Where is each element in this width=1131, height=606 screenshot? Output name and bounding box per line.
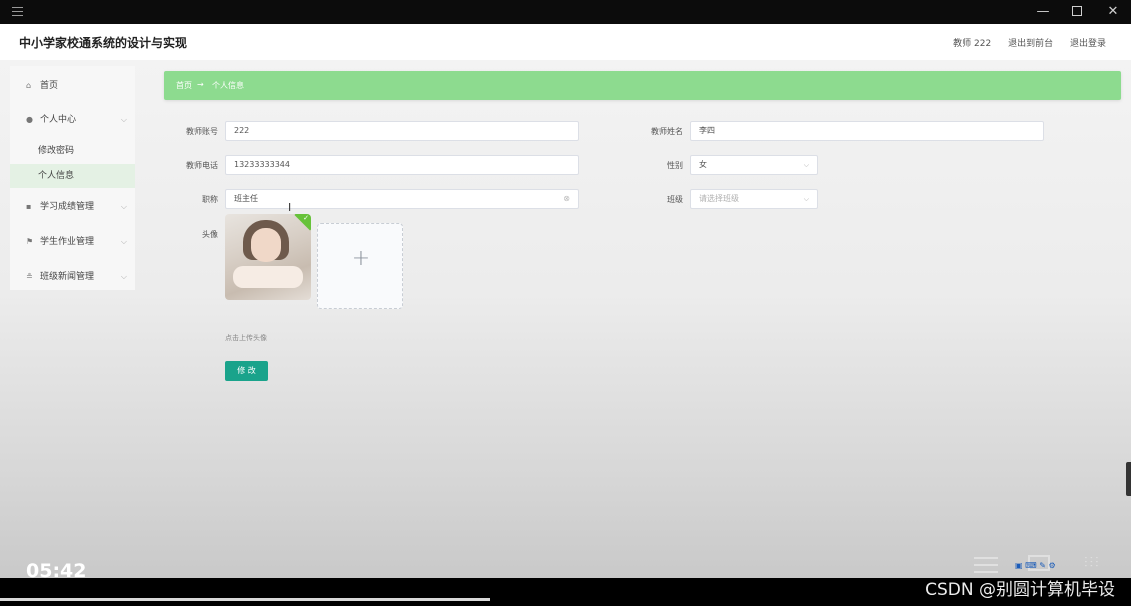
- flag-icon: ⚑: [26, 237, 34, 246]
- sidebar-item-home[interactable]: ⌂ 首页: [10, 76, 135, 96]
- sidebar-subitem-change-password[interactable]: 修改密码: [10, 139, 135, 163]
- chevron-down-icon: ⌵: [803, 195, 809, 203]
- title-value: 班主任: [234, 194, 258, 203]
- name-field[interactable]: 李四: [690, 121, 1044, 141]
- sidebar-item-grades[interactable]: ▪ 学习成绩管理 ⌵: [10, 197, 135, 217]
- avatar-uploader[interactable]: +: [317, 223, 403, 309]
- avatar-label: 头像: [202, 230, 218, 239]
- text-cursor-icon: I: [288, 201, 292, 214]
- sidebar-item-label: 学习成绩管理: [40, 202, 95, 212]
- chevron-down-icon: ⌵: [120, 202, 127, 211]
- minimize-button[interactable]: —: [1025, 0, 1061, 24]
- news-icon: ≗: [26, 272, 33, 281]
- sidebar-subitem-personal-info[interactable]: 个人信息: [10, 164, 135, 188]
- sidebar-item-label: 学生作业管理: [40, 237, 95, 247]
- modify-button[interactable]: 修 改: [225, 361, 268, 381]
- name-value: 李四: [699, 126, 715, 135]
- user-icon: ●: [26, 115, 33, 124]
- account-field[interactable]: 222: [225, 121, 579, 141]
- gender-select[interactable]: 女 ⌵: [690, 155, 818, 175]
- sidebar-item-news[interactable]: ≗ 班级新闻管理 ⌵: [10, 267, 135, 287]
- maximize-icon: [1072, 6, 1082, 16]
- back-to-front-link[interactable]: 退出到前台: [1008, 39, 1053, 49]
- video-progress-bar[interactable]: [0, 598, 490, 601]
- audio-bars-icon: ⫶⫶⫶: [1084, 555, 1101, 571]
- account-value: 222: [234, 126, 250, 135]
- phone-label: 教师电话: [186, 161, 218, 170]
- playlist-icon[interactable]: [974, 557, 998, 573]
- sidebar-item-label: 个人中心: [40, 115, 77, 125]
- sidebar-subitem-label: 个人信息: [38, 171, 75, 181]
- home-icon: ⌂: [26, 81, 32, 90]
- grid-icon: ▪: [26, 202, 32, 211]
- window-titlebar: — ✕: [0, 0, 1131, 24]
- chevron-down-icon: ⌵: [120, 115, 127, 124]
- breadcrumb-arrow-icon: →: [197, 80, 204, 89]
- close-button[interactable]: ✕: [1095, 0, 1131, 24]
- account-label: 教师账号: [186, 127, 218, 136]
- class-select[interactable]: 请选择班级 ⌵: [690, 189, 818, 209]
- upload-tip: 点击上传头像: [225, 334, 267, 342]
- class-label: 班级: [667, 195, 683, 204]
- chevron-down-icon: ⌵: [803, 161, 809, 169]
- ime-toolbar-icon: ▣ ⌨ ✎ ⚙: [1015, 561, 1056, 570]
- current-user: 教师 222: [953, 39, 992, 49]
- sidebar: ⌂ 首页 ● 个人中心 ⌵ 修改密码 个人信息 ▪ 学习成绩管理 ⌵ ⚑ 学生作…: [10, 66, 135, 290]
- title-field[interactable]: 班主任 ⊗: [225, 189, 579, 209]
- breadcrumb-home[interactable]: 首页: [176, 80, 192, 91]
- sidebar-item-label: 首页: [40, 81, 59, 91]
- gender-label: 性别: [667, 161, 683, 170]
- phone-value: 13233333344: [234, 160, 290, 169]
- title-label: 职称: [202, 195, 218, 204]
- sidebar-item-homework[interactable]: ⚑ 学生作业管理 ⌵: [10, 232, 135, 252]
- name-label: 教师姓名: [651, 127, 683, 136]
- sidebar-item-label: 班级新闻管理: [40, 272, 95, 282]
- plus-icon: +: [351, 246, 371, 271]
- class-placeholder: 请选择班级: [699, 194, 739, 203]
- sidebar-subitem-label: 修改密码: [38, 146, 75, 156]
- header-user-area: 教师 222 退出到前台 退出登录: [939, 36, 1106, 49]
- maximize-button[interactable]: [1059, 0, 1095, 24]
- side-tab[interactable]: [1126, 462, 1131, 496]
- avatar-image[interactable]: ✓: [225, 214, 311, 300]
- app-title: 中小学家校通系统的设计与实现: [19, 36, 188, 50]
- watermark: CSDN @别圆计算机毕设: [925, 580, 1115, 600]
- chevron-down-icon: ⌵: [120, 272, 127, 281]
- menu-icon[interactable]: [12, 7, 23, 17]
- sidebar-item-personal-center[interactable]: ● 个人中心 ⌵: [10, 110, 135, 130]
- breadcrumb-current: 个人信息: [212, 81, 244, 90]
- check-icon: ✓: [303, 214, 309, 222]
- breadcrumb: 首页 → 个人信息: [164, 71, 1121, 100]
- chevron-down-icon: ⌵: [120, 237, 127, 246]
- app-header: 中小学家校通系统的设计与实现 教师 222 退出到前台 退出登录: [0, 24, 1131, 60]
- phone-field[interactable]: 13233333344: [225, 155, 579, 175]
- gender-value: 女: [699, 160, 707, 169]
- logout-link[interactable]: 退出登录: [1070, 39, 1106, 49]
- clear-icon[interactable]: ⊗: [563, 190, 570, 208]
